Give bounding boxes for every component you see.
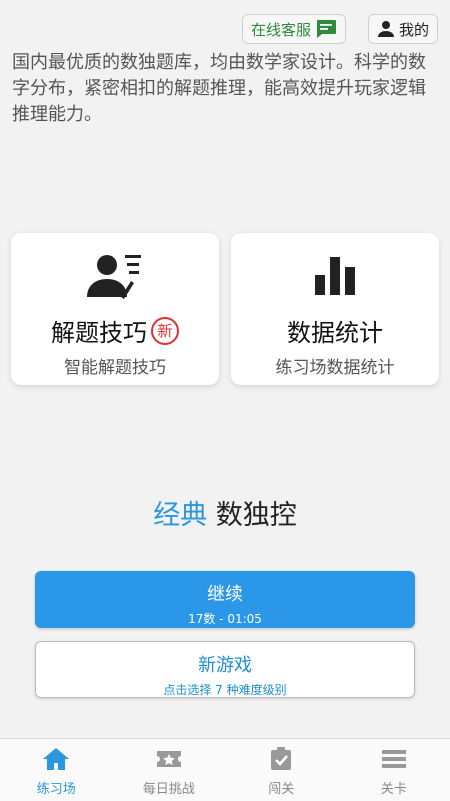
nav-practice-label: 练习场 (0, 778, 113, 797)
nav-daily-label: 每日挑战 (113, 778, 226, 797)
top-actions: 在线客服 我的 (242, 14, 438, 44)
list-icon (380, 747, 408, 771)
tips-title-text: 解题技巧 (51, 313, 147, 348)
person-list-icon (11, 251, 219, 299)
intro-text: 国内最优质的数独题库，均由数学家设计。科学的数字分布，紧密相扣的解题推理，能高效… (12, 50, 438, 128)
continue-detail: 17数 - 01:05 (35, 610, 415, 627)
game-title-name: 数独控 (216, 500, 297, 531)
nav-levels-challenge[interactable]: 闯关 (225, 739, 338, 801)
solving-tips-card[interactable]: 解题技巧 新 智能解题技巧 (11, 233, 219, 385)
statistics-card[interactable]: 数据统计 练习场数据统计 (231, 233, 439, 385)
new-badge: 新 (151, 317, 179, 345)
home-icon (42, 747, 70, 771)
stats-title: 数据统计 (231, 313, 439, 348)
star-ticket-icon (155, 747, 183, 771)
mine-button[interactable]: 我的 (368, 14, 438, 44)
bar-chart-icon (231, 251, 439, 299)
nav-challenge-label: 闯关 (225, 778, 338, 797)
game-title: 经典 数独控 (0, 493, 450, 532)
bottom-nav: 练习场 每日挑战 闯关 关卡 (0, 738, 450, 801)
new-game-detail: 点击选择 7 种难度级别 (36, 681, 414, 698)
new-game-label: 新游戏 (36, 651, 414, 677)
nav-stages[interactable]: 关卡 (338, 739, 450, 801)
nav-practice[interactable]: 练习场 (0, 739, 113, 801)
continue-button[interactable]: 继续 17数 - 01:05 (35, 571, 415, 628)
clipboard-check-icon (267, 747, 295, 771)
online-service-label: 在线客服 (251, 19, 311, 40)
chat-icon (315, 19, 337, 39)
continue-label: 继续 (35, 580, 415, 606)
user-icon (377, 20, 395, 38)
nav-daily-challenge[interactable]: 每日挑战 (113, 739, 226, 801)
online-service-button[interactable]: 在线客服 (242, 14, 346, 44)
tips-title: 解题技巧 新 (11, 313, 219, 348)
new-game-button[interactable]: 新游戏 点击选择 7 种难度级别 (35, 641, 415, 698)
game-title-classic: 经典 (153, 500, 207, 531)
nav-stages-label: 关卡 (338, 778, 450, 797)
stats-subtitle: 练习场数据统计 (231, 353, 439, 378)
mine-label: 我的 (399, 19, 429, 40)
tips-subtitle: 智能解题技巧 (11, 353, 219, 378)
